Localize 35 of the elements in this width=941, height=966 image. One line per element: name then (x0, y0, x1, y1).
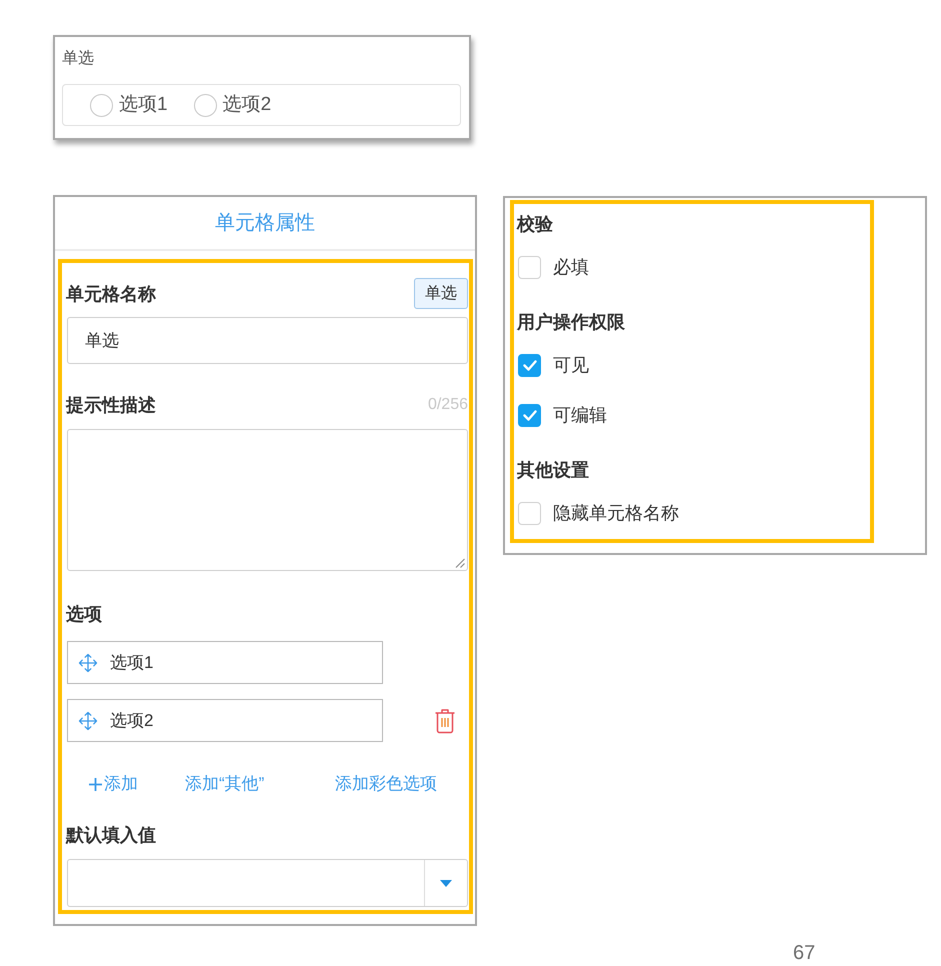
checkbox[interactable] (518, 404, 541, 427)
section-heading: 其他设置 (517, 459, 589, 482)
move-icon[interactable] (78, 710, 98, 730)
section-heading: 校验 (517, 213, 553, 236)
cell-type-button[interactable]: 单选 (414, 278, 468, 309)
field-label: 默认填入值 (66, 824, 156, 847)
field-label: 单选 (62, 49, 94, 69)
field-label: 提示性描述 (66, 394, 156, 417)
radio-label: 选项2 (222, 93, 272, 117)
resize-grip-icon[interactable] (455, 558, 465, 568)
checkbox-label: 可编辑 (553, 404, 607, 427)
trash-icon[interactable] (434, 708, 456, 734)
option-input-field[interactable]: 选项2 (67, 699, 383, 742)
caret-icon[interactable] (440, 880, 452, 886)
radio-label: 选项1 (119, 93, 168, 117)
radio-button[interactable] (194, 94, 217, 116)
checkbox-label: 隐藏单元格名称 (553, 502, 679, 525)
move-icon[interactable] (78, 652, 98, 672)
checkmark-icon (522, 410, 536, 421)
name-input-field[interactable]: 单选 (67, 317, 468, 364)
checkbox-label: 必填 (553, 256, 589, 279)
radio-button[interactable] (90, 94, 113, 116)
checkbox[interactable] (518, 502, 541, 525)
option-input-field[interactable]: 选项1 (67, 641, 383, 684)
checkbox[interactable] (518, 256, 541, 279)
checkbox[interactable] (518, 354, 541, 377)
section-heading: 用户操作权限 (517, 311, 625, 334)
panel-title: 单元格属性 (215, 211, 315, 236)
plus-icon (89, 778, 102, 790)
page-number: 67 (793, 942, 816, 964)
field-label: 单元格名称 (66, 282, 156, 306)
field-label: 选项 (66, 603, 102, 626)
checkbox-label: 可见 (553, 354, 589, 377)
checkmark-icon (522, 360, 536, 371)
default-value-select[interactable] (67, 859, 468, 907)
